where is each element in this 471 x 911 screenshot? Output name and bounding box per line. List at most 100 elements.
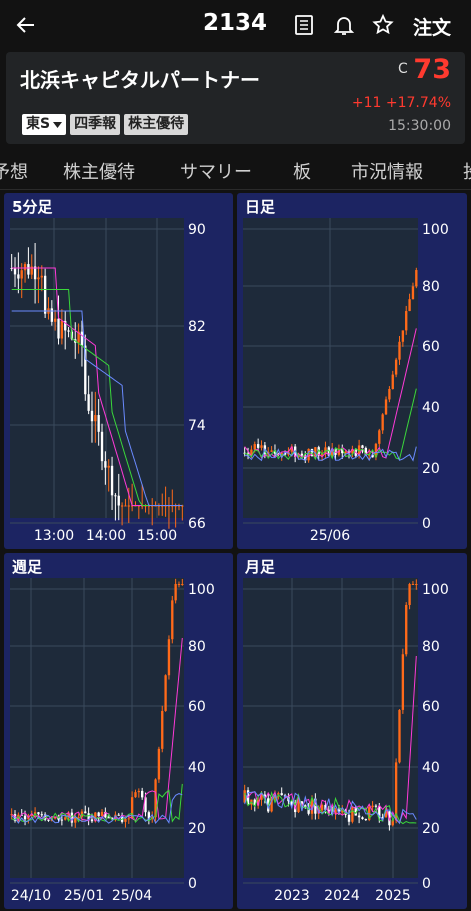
candle-body [127,505,130,507]
candle-body [344,451,347,454]
candle-body [64,817,67,820]
candle-body [408,299,411,312]
chart-title: 月足 [245,558,276,576]
candle-body [107,817,110,819]
candle-body [104,461,107,468]
y-tick-label: 0 [188,876,197,892]
tab-market-info[interactable]: 市況情報 [351,158,423,184]
candle-body [90,819,94,822]
candle-body [300,453,304,456]
candle-body [394,359,398,375]
candle-body [117,495,120,506]
price-flag: C [398,61,408,77]
candle-body [157,748,161,780]
x-tick-label: 24/10 [11,888,51,904]
tab-shareholder-benefits[interactable]: 株主優待 [63,158,135,184]
candle-body [357,815,361,818]
candle-body [60,819,64,821]
chart-panel-weekly[interactable]: 100 80 60 40 20 0 24/10 25/01 25/04 週足 [4,553,233,909]
chart-plot: 100 80 60 40 20 0 2023 2024 2025 [243,578,449,904]
candle-body [137,790,140,793]
candle-body [120,505,124,507]
candle-body [394,762,398,821]
market-selector[interactable]: 東S [22,114,67,135]
candle-body [124,505,127,507]
chart-title: 5分足 [12,198,53,216]
candle-body [405,311,408,331]
candle-body [411,286,415,300]
candle-body [398,341,401,360]
tab-bar: 予想 株主優待 サマリー 板 市況情報 投 [0,148,471,190]
y-tick-label: 80 [188,639,206,655]
candle-body [127,818,130,820]
y-tick-label: 100 [422,222,449,238]
candle-body [297,801,300,813]
chart-plot: 100 80 60 40 20 0 25/06 [243,218,449,544]
candle-body [411,584,415,585]
plot-area [243,578,418,878]
shikiho-badge[interactable]: 四季報 [70,114,121,135]
candle-body [260,445,263,448]
candle-body [57,318,60,339]
candle-body [408,584,411,605]
y-tick-label: 60 [422,699,440,715]
candle-body [374,805,378,807]
candle-body [398,709,401,763]
candle-body [84,811,87,814]
candle-body [415,270,418,287]
candle-body [391,374,394,389]
yutai-badge[interactable]: 株主優待 [124,114,189,135]
candle-body [164,675,167,711]
x-tick-label: 13:00 [34,528,74,544]
candle-body [256,444,260,448]
y-tick-label: 66 [188,516,206,532]
tab-forecast[interactable]: 予想 [0,158,28,184]
candle-body [20,270,23,279]
candle-body [100,431,104,462]
back-arrow-icon[interactable] [12,11,40,39]
candle-body [90,410,94,422]
candle-body [388,388,391,400]
y-tick-label: 100 [422,582,449,598]
x-tick-label: 25/04 [112,888,152,904]
candle-body [174,584,177,601]
chart-panel-5min[interactable]: 90 82 74 66 13:00 14:00 15:00 5分足 [4,193,233,549]
current-price: 73 [413,54,451,85]
candle-body [415,584,418,585]
tab-summary[interactable]: サマリー [180,158,252,184]
candle-body [60,320,64,339]
candle-body [124,818,127,822]
order-button[interactable]: 注文 [413,13,451,40]
y-tick-label: 40 [422,400,440,416]
candle-body [361,817,364,819]
y-tick-label: 40 [188,760,206,776]
candle-body [117,814,120,816]
candle-body [401,654,405,710]
candle-body [43,275,47,314]
chevron-down-icon [53,121,63,128]
candle-body [67,330,70,332]
y-tick-label: 90 [188,222,206,238]
tab-order-book[interactable]: 板 [293,158,311,184]
candle-body [381,414,384,431]
candle-body [37,812,40,815]
y-tick-label: 0 [422,876,431,892]
y-tick-label: 100 [188,582,215,598]
market-label: 東S [26,116,51,132]
chart-panel-monthly[interactable]: 100 80 60 40 20 0 2023 2024 2025 月足 [237,553,467,909]
candle-body [401,330,405,342]
candle-body [97,812,100,816]
chart-panel-daily[interactable]: 100 80 60 40 20 0 25/06 日足 [237,193,467,549]
candle-body [177,584,181,585]
bell-icon[interactable] [332,13,356,37]
candle-body [40,814,43,816]
candle-body [23,264,27,271]
tab-more[interactable]: 投 [463,158,471,184]
star-icon[interactable] [371,13,395,37]
chart-title: 週足 [12,558,43,576]
y-tick-label: 80 [422,279,440,295]
document-icon[interactable] [292,13,316,37]
candle-body [364,818,368,820]
x-tick-label: 2024 [324,888,360,904]
stock-code: 2134 [203,10,268,36]
